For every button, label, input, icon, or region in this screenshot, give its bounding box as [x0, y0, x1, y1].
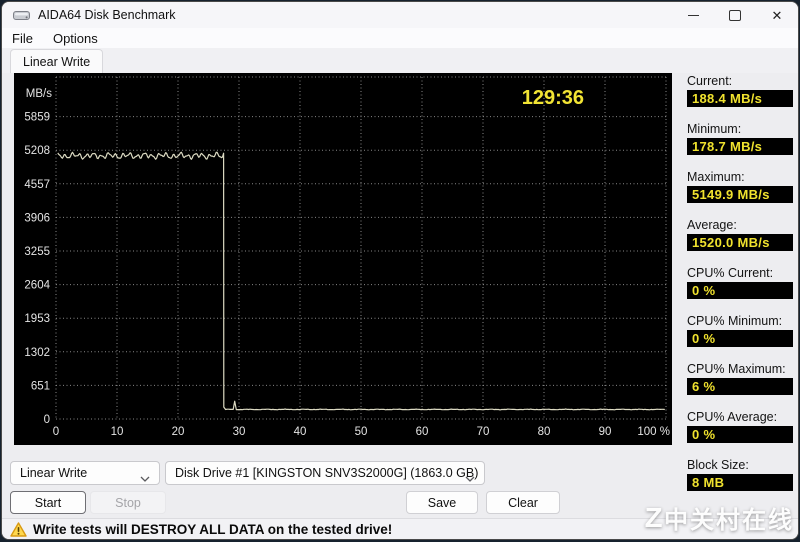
stat-value: 6 %: [687, 378, 793, 395]
stat-cpu-maximum: CPU% Maximum: 6 %: [687, 361, 793, 395]
y-tick-label: 4557: [24, 179, 50, 191]
menu-options[interactable]: Options: [43, 28, 108, 48]
tab-strip: Linear Write: [2, 48, 798, 73]
stat-label: CPU% Current:: [687, 266, 774, 280]
test-type-value: Linear Write: [20, 466, 88, 480]
y-tick-label: 651: [31, 380, 50, 392]
y-tick-label: 2604: [24, 280, 50, 292]
close-button[interactable]: ✕: [756, 2, 798, 28]
content-area: 5859 5208 4557 3906 3255 2604 1953 1302 651 0 0 10 2…: [2, 73, 798, 519]
stat-maximum: Maximum: 5149.9 MB/s: [687, 169, 793, 203]
minimize-icon: [687, 14, 699, 16]
stat-value: 0 %: [687, 426, 793, 443]
stat-cpu-current: CPU% Current: 0 %: [687, 265, 793, 299]
stat-label: Maximum:: [687, 170, 745, 184]
menu-bar: File Options: [2, 28, 798, 48]
disk-drive-icon: [13, 9, 30, 22]
y-tick-label: 0: [44, 414, 50, 426]
stat-value: 8 MB: [687, 474, 793, 491]
stat-value: 1520.0 MB/s: [687, 234, 793, 251]
minimize-button[interactable]: [672, 2, 714, 28]
stat-cpu-minimum: CPU% Minimum: 0 %: [687, 313, 793, 347]
stat-label: Block Size:: [687, 458, 749, 472]
stat-cpu-average: CPU% Average: 0 %: [687, 409, 793, 443]
stat-block-size: Block Size: 8 MB: [687, 457, 793, 491]
maximize-icon: [729, 9, 741, 21]
stat-label: Average:: [687, 218, 737, 232]
stat-value: 0 %: [687, 282, 793, 299]
x-tick-label: 70: [477, 426, 490, 438]
x-tick-label: 50: [355, 426, 368, 438]
stat-minimum: Minimum: 178.7 MB/s: [687, 121, 793, 155]
x-tick-label: 90: [599, 426, 612, 438]
x-tick-label: 30: [233, 426, 246, 438]
clear-button[interactable]: Clear: [486, 491, 560, 514]
y-tick-label: 1302: [24, 347, 50, 359]
zol-watermark-text: 中关村在线: [664, 507, 794, 534]
y-tick-label: 3906: [24, 212, 50, 224]
y-tick-label: 5859: [24, 112, 50, 124]
stat-label: CPU% Minimum:: [687, 314, 783, 328]
menu-file[interactable]: File: [2, 28, 43, 48]
disk-drive-value: Disk Drive #1 [KINGSTON SNV3S2000G] (186…: [175, 466, 479, 480]
stat-value: 0 %: [687, 330, 793, 347]
x-tick-label: 40: [294, 426, 307, 438]
test-type-select[interactable]: Linear Write: [10, 461, 160, 485]
tab-linear-write[interactable]: Linear Write: [10, 49, 104, 73]
x-tick-label: 60: [416, 426, 429, 438]
stat-label: Minimum:: [687, 122, 742, 136]
stop-button: Stop: [90, 491, 166, 514]
zol-watermark: Z 中关村在线: [644, 500, 794, 535]
chevron-down-icon: [140, 471, 150, 485]
save-button[interactable]: Save: [406, 491, 478, 514]
benchmark-chart: 5859 5208 4557 3906 3255 2604 1953 1302 651 0 0 10 2…: [14, 73, 672, 445]
stat-label: CPU% Average:: [687, 410, 778, 424]
start-button[interactable]: Start: [10, 491, 86, 514]
x-tick-label: 10: [111, 426, 124, 438]
stat-value: 188.4 MB/s: [687, 90, 793, 107]
app-window: AIDA64 Disk Benchmark ✕ File Options Lin…: [1, 1, 799, 540]
y-tick-label: 3255: [24, 246, 50, 258]
y-tick-label: 5208: [24, 145, 50, 157]
status-warning-text: Write tests will DESTROY ALL DATA on the…: [33, 522, 393, 537]
title-bar: AIDA64 Disk Benchmark ✕: [2, 2, 798, 28]
stat-value: 178.7 MB/s: [687, 138, 793, 155]
warning-icon: [10, 522, 27, 537]
zol-logo-icon: Z: [644, 501, 663, 533]
y-axis-unit-label: MB/s: [26, 88, 52, 100]
chevron-down-icon: [465, 471, 475, 485]
disk-drive-select[interactable]: Disk Drive #1 [KINGSTON SNV3S2000G] (186…: [165, 461, 485, 485]
stat-value: 5149.9 MB/s: [687, 186, 793, 203]
stats-panel: Current: 188.4 MB/s Minimum: 178.7 MB/s …: [687, 73, 793, 505]
y-tick-label: 1953: [24, 313, 50, 325]
x-tick-label: 80: [538, 426, 551, 438]
maximize-button[interactable]: [714, 2, 756, 28]
elapsed-timer: 129:36: [522, 87, 584, 109]
stat-label: CPU% Maximum:: [687, 362, 786, 376]
x-tick-label: 20: [172, 426, 185, 438]
x-tick-label: 100 %: [637, 426, 670, 438]
close-icon: ✕: [771, 7, 783, 23]
stat-label: Current:: [687, 74, 733, 88]
window-title: AIDA64 Disk Benchmark: [38, 8, 176, 22]
stat-current: Current: 188.4 MB/s: [687, 73, 793, 107]
stat-average: Average: 1520.0 MB/s: [687, 217, 793, 251]
x-tick-label: 0: [53, 426, 59, 438]
